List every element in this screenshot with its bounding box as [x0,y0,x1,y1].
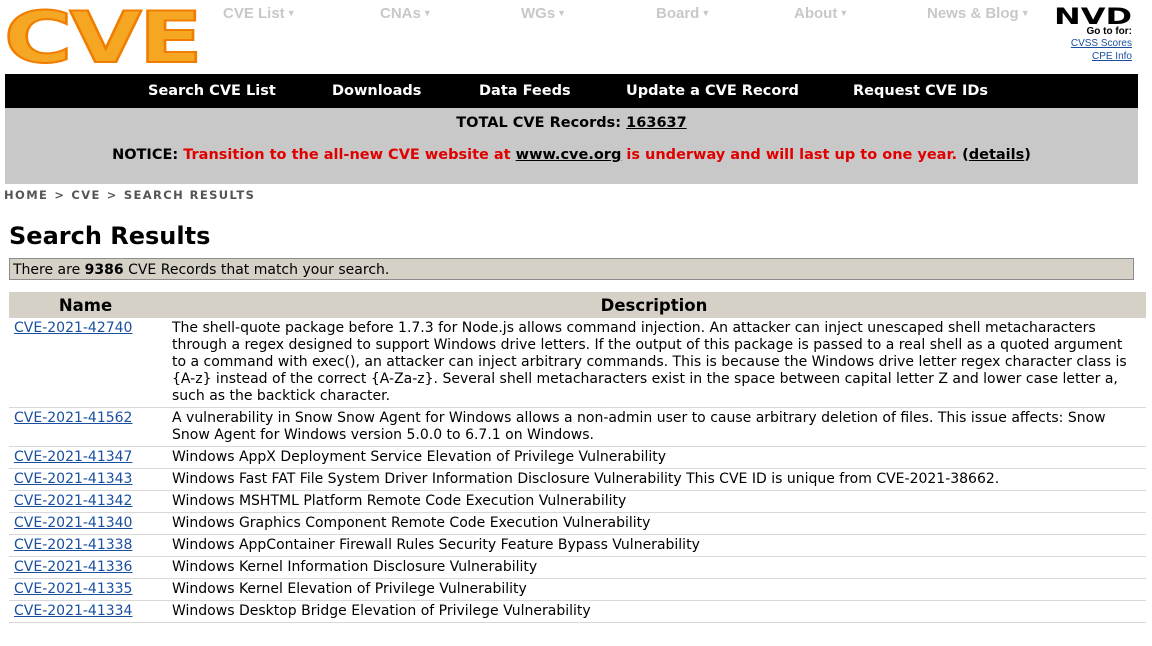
table-header-row: Name Description [9,292,1146,318]
cve-org-link[interactable]: www.cve.org [516,147,622,163]
table-row: CVE-2021-41342 Windows MSHTML Platform Re… [9,490,1146,513]
nav-data-feeds[interactable]: Data Feeds [479,83,571,99]
cve-name-cell: CVE-2021-41342 [9,490,162,513]
topnav-cve-list[interactable]: CVE List ▼ [223,5,296,22]
site-header: CVE CVE List ▼ CNAs ▼ WGs ▼ Board ▼ About ▼ N… [0,0,1152,72]
cve-name-cell: CVE-2021-41340 [9,512,162,535]
topnav-label: Board [656,5,700,22]
notice-banner: TOTAL CVE Records: 163637 NOTICE: Transi… [5,108,1138,184]
cve-id-link[interactable]: CVE-2021-41342 [14,493,132,509]
breadcrumb-separator: > [106,188,118,202]
cve-description: Windows MSHTML Platform Remote Code Exec… [162,490,1146,513]
cve-name-cell: CVE-2021-41562 [9,407,162,447]
nvd-logo-text: NVD [1054,5,1132,26]
table-row: CVE-2021-42740 The shell-quote package be… [9,318,1146,408]
cve-description: Windows AppX Deployment Service Elevatio… [162,446,1146,469]
top-nav: CVE List ▼ CNAs ▼ WGs ▼ Board ▼ About ▼ News … [0,5,1040,25]
nvd-goto-label: Go to for: [1086,26,1132,37]
caret-down-icon: ▼ [1020,8,1030,18]
breadcrumb-current: SEARCH RESULTS [123,188,256,202]
cve-description: The shell-quote package before 1.7.3 for… [162,318,1146,408]
caret-down-icon: ▼ [557,8,567,18]
topnav-label: CVE List [223,5,285,22]
breadcrumb-cve[interactable]: CVE [71,188,100,202]
cve-description: Windows Kernel Elevation of Privilege Vu… [162,578,1146,601]
cve-id-link[interactable]: CVE-2021-41340 [14,515,132,531]
cve-name-cell: CVE-2021-41334 [9,600,162,623]
cve-description: Windows Graphics Component Remote Code E… [162,512,1146,535]
total-count-link[interactable]: 163637 [626,115,687,131]
cve-name-cell: CVE-2021-42740 [9,318,162,408]
cve-name-cell: CVE-2021-41347 [9,446,162,469]
cve-id-link[interactable]: CVE-2021-41334 [14,603,132,619]
breadcrumb-home[interactable]: HOME [4,188,48,202]
cve-id-link[interactable]: CVE-2021-41335 [14,581,132,597]
table-row: CVE-2021-41335 Windows Kernel Elevation o… [9,578,1146,601]
breadcrumb-separator: > [54,188,66,202]
topnav-board[interactable]: Board ▼ [656,5,710,22]
topnav-label: About [794,5,838,22]
table-row: CVE-2021-41562 A vulnerability in Snow Sn… [9,407,1146,447]
cve-description: Windows Desktop Bridge Elevation of Priv… [162,600,1146,623]
details-link[interactable]: details [969,147,1025,163]
table-row: CVE-2021-41334 Windows Desktop Bridge Ele… [9,600,1146,623]
topnav-label: CNAs [380,5,421,22]
nav-update-cve-record[interactable]: Update a CVE Record [626,83,799,99]
cve-name-cell: CVE-2021-41338 [9,534,162,557]
header-name: Name [9,292,162,318]
cve-id-link[interactable]: CVE-2021-41562 [14,410,132,426]
cve-description: Windows AppContainer Firewall Rules Secu… [162,534,1146,557]
cve-name-cell: CVE-2021-41336 [9,556,162,579]
cve-id-link[interactable]: CVE-2021-41347 [14,449,132,465]
topnav-wgs[interactable]: WGs ▼ [521,5,566,22]
nav-request-cve-ids[interactable]: Request CVE IDs [853,83,988,99]
match-count-box: There are 9386 CVE Records that match yo… [9,258,1134,280]
topnav-news-blog[interactable]: News & Blog ▼ [927,5,1030,22]
cvss-scores-link[interactable]: CVSS Scores [1050,37,1132,50]
notice-text-1: Transition to the all-new CVE website at [183,147,511,163]
caret-down-icon: ▼ [422,8,432,18]
notice-line: NOTICE: Transition to the all-new CVE we… [112,147,1031,163]
match-prefix: There are [13,262,81,278]
page-title: Search Results [9,222,211,250]
nvd-panel: NVD Go to for: CVSS Scores CPE Info [1050,4,1132,63]
topnav-label: WGs [521,5,556,22]
cve-name-cell: CVE-2021-41343 [9,468,162,491]
table-row: CVE-2021-41340 Windows Graphics Component… [9,512,1146,535]
cve-description: Windows Fast FAT File System Driver Info… [162,468,1146,491]
table-row: CVE-2021-41347 Windows AppX Deployment Se… [9,446,1146,469]
topnav-label: News & Blog [927,5,1019,22]
cve-description: A vulnerability in Snow Snow Agent for W… [162,407,1146,447]
table-row: CVE-2021-41338 Windows AppContainer Firew… [9,534,1146,557]
results-table: Name Description CVE-2021-42740 The shell… [9,292,1146,623]
notice-text-2: is underway and will last up to one year… [626,147,958,163]
total-records: TOTAL CVE Records: 163637 [5,115,1138,131]
match-suffix: CVE Records that match your search. [128,262,390,278]
cve-id-link[interactable]: CVE-2021-41336 [14,559,132,575]
cve-id-link[interactable]: CVE-2021-41343 [14,471,132,487]
nav-search-cve-list[interactable]: Search CVE List [148,83,276,99]
nvd-logo[interactable]: NVD [1052,4,1132,26]
cve-id-link[interactable]: CVE-2021-41338 [14,537,132,553]
table-row: CVE-2021-41343 Windows Fast FAT File Syst… [9,468,1146,491]
cve-description: Windows Kernel Information Disclosure Vu… [162,556,1146,579]
caret-down-icon: ▼ [701,8,711,18]
nav-downloads[interactable]: Downloads [332,83,421,99]
cpe-info-link[interactable]: CPE Info [1050,50,1132,63]
breadcrumb: HOME > CVE > SEARCH RESULTS [4,188,255,202]
caret-down-icon: ▼ [839,8,849,18]
main-nav-bar: Search CVE List Downloads Data Feeds Upd… [5,74,1138,108]
header-description: Description [162,292,1146,318]
cve-id-link[interactable]: CVE-2021-42740 [14,320,132,336]
notice-label: NOTICE: [112,147,179,163]
table-row: CVE-2021-41336 Windows Kernel Information… [9,556,1146,579]
caret-down-icon: ▼ [286,8,296,18]
cve-name-cell: CVE-2021-41335 [9,578,162,601]
total-label: TOTAL CVE Records: [456,115,622,131]
topnav-cnas[interactable]: CNAs ▼ [380,5,432,22]
match-count: 9386 [84,262,124,278]
topnav-about[interactable]: About ▼ [794,5,848,22]
